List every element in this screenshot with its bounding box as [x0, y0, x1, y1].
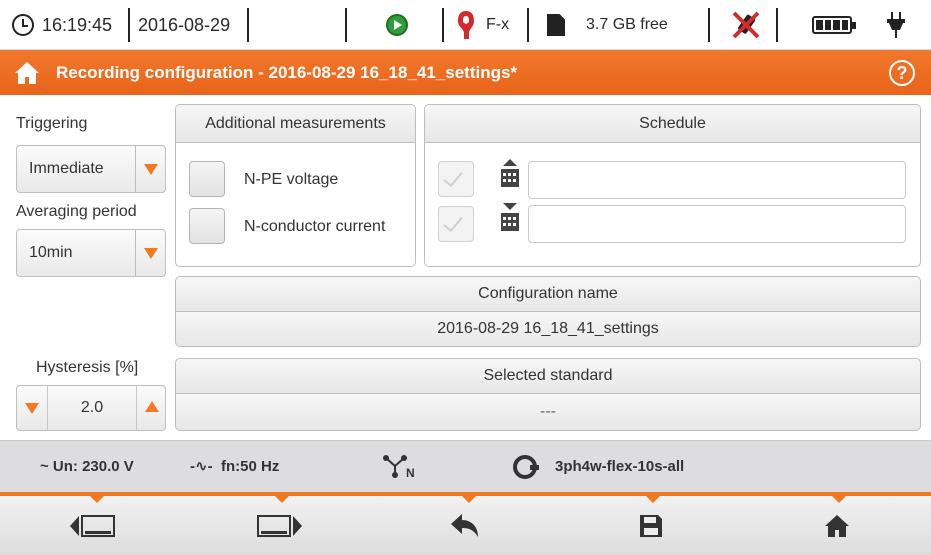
- sine-wave-icon: -∿-: [190, 458, 213, 475]
- npe-voltage-label: N-PE voltage: [244, 171, 339, 188]
- home-icon[interactable]: [14, 61, 40, 85]
- n-conductor-current-label: N-conductor current: [244, 218, 386, 235]
- decrement-icon[interactable]: [25, 403, 39, 414]
- averaging-select[interactable]: 10min: [16, 229, 166, 277]
- schedule-start-field[interactable]: [528, 161, 906, 199]
- bottom-nav: [0, 496, 931, 555]
- triggering-select[interactable]: Immediate: [16, 145, 166, 193]
- home-icon: [825, 514, 849, 537]
- clamp-type: F-x: [486, 16, 510, 33]
- npe-voltage-checkbox[interactable]: [189, 161, 225, 197]
- calendar-stop-icon: [501, 203, 519, 231]
- back-icon: [451, 513, 478, 537]
- prev-screen-button[interactable]: [0, 496, 186, 555]
- status-separator: [442, 8, 444, 42]
- nav-notch: [832, 496, 846, 503]
- calendar-start-icon: [501, 159, 519, 187]
- clamp-icon: [456, 0, 476, 50]
- main-content: Triggering Immediate Averaging period 10…: [0, 95, 931, 440]
- nominal-frequency: fn:50 Hz: [221, 458, 280, 475]
- measurement-config: 3ph4w-flex-10s-all: [555, 458, 685, 475]
- chevron-down-icon[interactable]: [135, 230, 165, 276]
- config-name-header: Configuration name: [175, 276, 921, 312]
- schedule-stop-field[interactable]: [528, 205, 906, 243]
- n-conductor-current-checkbox[interactable]: [189, 208, 225, 244]
- increment-icon[interactable]: [145, 401, 159, 412]
- status-bar: 16:19:45 2016-08-29 F-x 3.7 GB free: [0, 0, 931, 50]
- status-separator: [128, 8, 130, 42]
- status-time: 16:19:45: [42, 14, 113, 35]
- status-date: 2016-08-29: [138, 14, 231, 35]
- nav-notch: [90, 496, 104, 503]
- sd-card-icon: [547, 0, 565, 50]
- power-plug-icon: [886, 0, 906, 50]
- hysteresis-label: Hysteresis [%]: [36, 359, 139, 376]
- help-icon[interactable]: ?: [889, 60, 915, 86]
- triggering-label: Triggering: [16, 115, 88, 132]
- next-screen-icon: [257, 514, 302, 537]
- status-separator: [527, 8, 529, 42]
- selected-standard-field[interactable]: ---: [175, 393, 921, 431]
- hysteresis-value: 2.0: [47, 386, 137, 430]
- status-separator: [776, 8, 778, 42]
- selected-standard-header: Selected standard: [175, 358, 921, 394]
- status-separator: [247, 8, 249, 42]
- chevron-down-icon[interactable]: [135, 146, 165, 192]
- save-icon: [640, 514, 662, 537]
- averaging-value: 10min: [29, 244, 73, 261]
- nominal-voltage: ~ Un: 230.0 V: [40, 458, 134, 475]
- clamp-config-icon: [513, 455, 539, 479]
- home-button[interactable]: [744, 496, 930, 555]
- hysteresis-stepper[interactable]: 2.0: [16, 385, 166, 431]
- status-separator: [345, 8, 347, 42]
- schedule-stop-checkbox[interactable]: [438, 206, 474, 242]
- clock-icon: [12, 0, 34, 50]
- schedule-title: Schedule: [425, 105, 920, 143]
- battery-icon: [812, 0, 856, 50]
- page-title: Recording configuration - 2016-08-29 16_…: [56, 62, 518, 82]
- config-name-field[interactable]: 2016-08-29 16_18_41_settings: [175, 311, 921, 347]
- usb-disconnected-icon: [730, 0, 762, 50]
- save-button[interactable]: [558, 496, 744, 555]
- schedule-panel: Schedule: [424, 104, 921, 267]
- additional-measurements-panel: Additional measurements N-PE voltage N-c…: [175, 104, 416, 267]
- recording-status-icon: [386, 0, 408, 50]
- network-type-icon: [383, 455, 407, 478]
- info-strip: ~ Un: 230.0 V -∿- fn:50 Hz N 3ph4w-flex-…: [0, 440, 931, 492]
- free-space: 3.7 GB free: [586, 16, 668, 33]
- nav-notch: [275, 496, 289, 503]
- title-bar: Recording configuration - 2016-08-29 16_…: [0, 50, 931, 95]
- status-separator: [708, 8, 710, 42]
- next-screen-button[interactable]: [186, 496, 372, 555]
- triggering-value: Immediate: [29, 160, 104, 177]
- nav-notch: [646, 496, 660, 503]
- averaging-label: Averaging period: [16, 203, 137, 220]
- back-button[interactable]: [372, 496, 558, 555]
- additional-measurements-title: Additional measurements: [176, 105, 415, 143]
- schedule-start-checkbox[interactable]: [438, 161, 474, 197]
- nav-notch: [462, 496, 476, 503]
- prev-screen-icon: [70, 514, 115, 537]
